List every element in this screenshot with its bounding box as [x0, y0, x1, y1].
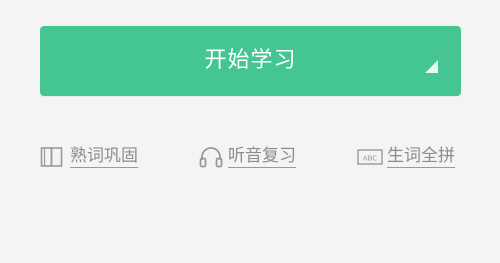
start-learning-label: 开始学习	[204, 48, 297, 73]
triangle-corner-icon	[425, 60, 438, 73]
new-words-spelling-label: 生词全拼	[387, 146, 455, 168]
new-words-spelling-link[interactable]: ABC 生词全拼	[357, 142, 455, 172]
book-icon	[40, 147, 63, 167]
start-learning-button[interactable]: 开始学习	[40, 26, 461, 96]
abc-icon: ABC	[357, 149, 383, 165]
familiar-words-review-link[interactable]: 熟词巩固	[40, 142, 138, 172]
quick-links: 熟词巩固 听音复习 ABC 生词全拼	[40, 142, 461, 172]
headphones-icon	[199, 147, 223, 168]
listening-review-link[interactable]: 听音复习	[198, 142, 296, 172]
familiar-words-review-label: 熟词巩固	[70, 146, 138, 168]
svg-text:ABC: ABC	[363, 154, 377, 162]
listening-review-label: 听音复习	[228, 146, 296, 168]
